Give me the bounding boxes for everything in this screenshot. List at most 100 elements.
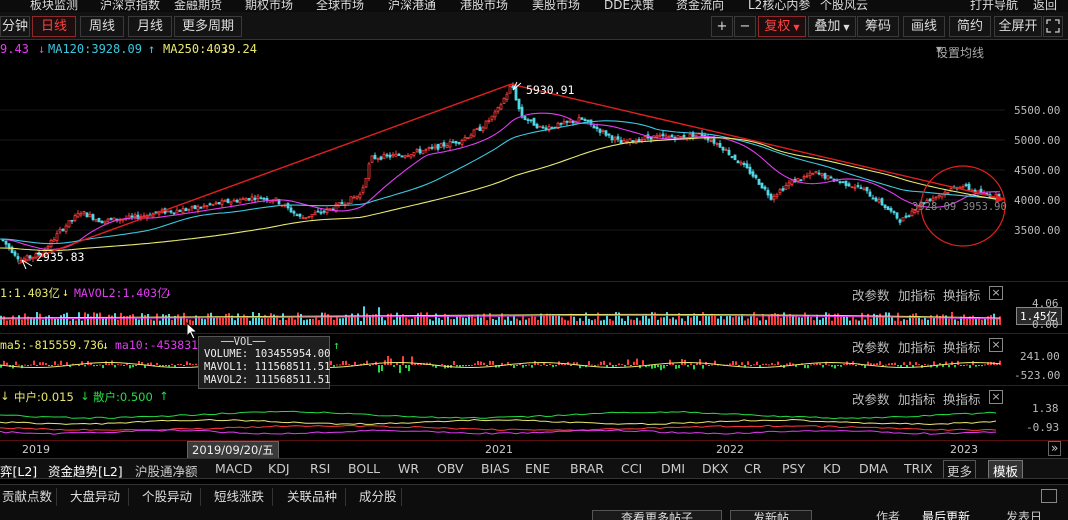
tab-week[interactable]: 周线 <box>80 16 124 37</box>
candle-body <box>406 155 410 157</box>
candle-body <box>811 172 815 175</box>
ma-bar <box>807 365 809 369</box>
volume-bar <box>258 312 260 325</box>
indicator-tab[interactable]: ENE <box>525 461 550 476</box>
menu-item[interactable]: DDE决策 <box>604 0 654 12</box>
arrow-down-icon: ↓ <box>165 285 172 299</box>
volume-bar <box>882 317 884 325</box>
menu-item[interactable]: 港股市场 <box>460 0 508 12</box>
kline-chart[interactable] <box>0 60 1068 440</box>
close-panel-button[interactable]: × <box>989 338 1003 352</box>
tab-minute[interactable]: 分钟 <box>0 16 30 37</box>
price-panel <box>0 81 1006 270</box>
change-param-button[interactable]: 改参数 <box>852 337 890 356</box>
indicator-tab[interactable]: OBV <box>437 461 464 476</box>
candle-body <box>178 210 182 212</box>
volume-bar <box>942 314 944 325</box>
volume-bar <box>561 317 563 325</box>
indicator-tab[interactable]: TRIX <box>904 461 933 476</box>
switch-indicator-button[interactable]: 换指标 <box>943 389 981 408</box>
indicator-tab[interactable]: KD <box>823 461 841 476</box>
zoom-out-button[interactable]: − <box>734 16 756 37</box>
volume-bar <box>903 319 905 325</box>
candle-body <box>367 163 371 179</box>
indicator-tab[interactable]: WR <box>398 461 419 476</box>
tab-components[interactable]: 成分股 <box>357 488 402 506</box>
candle-body <box>517 98 521 110</box>
volume-bar <box>63 313 65 325</box>
chips-button[interactable]: 筹码 <box>857 16 899 37</box>
tab-stock-move[interactable]: 个股异动 <box>140 488 201 506</box>
volume-bar <box>657 319 659 325</box>
expand-icon[interactable] <box>1043 16 1063 37</box>
indicator-tab[interactable]: DKX <box>702 461 728 476</box>
change-param-button[interactable]: 改参数 <box>852 285 890 304</box>
latest-column[interactable]: 最后更新 <box>922 508 970 520</box>
restore-window-icon[interactable] <box>1041 489 1057 503</box>
menu-item[interactable]: 打开导航 <box>970 0 1018 12</box>
retail-legend: 散户:0.500 <box>93 390 153 404</box>
ma-bar <box>942 365 944 367</box>
indicator-tab[interactable]: MACD <box>215 461 252 476</box>
menu-item[interactable]: L2核心内参 <box>748 0 810 12</box>
menu-item[interactable]: 美股市场 <box>532 0 580 12</box>
ma-settings-button[interactable]: 设置均线 ▾ <box>936 42 984 60</box>
tab-contribution[interactable]: 贡献点数 <box>0 488 57 506</box>
tab-market-move[interactable]: 大盘异动 <box>68 488 129 506</box>
close-panel-button[interactable]: × <box>989 286 1003 300</box>
tab-more-periods[interactable]: 更多周期 <box>174 16 242 37</box>
indicator-tab[interactable]: BRAR <box>570 461 604 476</box>
close-panel-button[interactable]: × <box>989 390 1003 404</box>
tab-day[interactable]: 日线 <box>32 16 76 37</box>
volume-bar <box>324 312 326 325</box>
menu-item[interactable]: 金融期货 <box>174 0 222 12</box>
menu-item[interactable]: 沪深京指数 <box>100 0 160 12</box>
tooltip-mavol2: MAVOL2: 111568511.51 <box>204 374 331 386</box>
indicator-tab[interactable]: RSI <box>310 461 330 476</box>
scroll-right-icon[interactable]: » <box>1048 441 1062 456</box>
ma-bar <box>561 363 563 365</box>
menu-item[interactable]: 返回 <box>1033 0 1057 12</box>
add-indicator-button[interactable]: 加指标 <box>898 389 936 408</box>
menu-item[interactable]: 期权市场 <box>245 0 293 12</box>
switch-indicator-button[interactable]: 换指标 <box>943 285 981 304</box>
change-param-button[interactable]: 改参数 <box>852 389 890 408</box>
indicator-tab[interactable]: PSY <box>782 461 805 476</box>
ma-bar <box>615 365 617 367</box>
draw-line-button[interactable]: 画线 <box>903 16 945 37</box>
indicator-tab[interactable]: DMA <box>859 461 888 476</box>
tab-month[interactable]: 月线 <box>128 16 172 37</box>
indicator-tab[interactable]: BIAS <box>481 461 510 476</box>
publish-column[interactable]: 发表日 <box>1006 508 1042 520</box>
menu-item[interactable]: 板块监测 <box>30 0 78 12</box>
new-post-button[interactable]: 发新帖 <box>730 510 812 520</box>
indicator-tab[interactable]: CR <box>744 461 761 476</box>
add-indicator-button[interactable]: 加指标 <box>898 285 936 304</box>
candle-body <box>394 153 398 157</box>
candle-body <box>352 196 356 199</box>
candle-body <box>481 127 485 132</box>
indicator-tab[interactable]: KDJ <box>268 461 290 476</box>
indicator-tab[interactable]: DMI <box>661 461 685 476</box>
menu-item[interactable]: 全球市场 <box>316 0 364 12</box>
menu-item[interactable]: 个股风云 <box>820 0 868 12</box>
add-indicator-button[interactable]: 加指标 <box>898 337 936 356</box>
tab-related[interactable]: 关联品种 <box>285 488 346 506</box>
volume-bar <box>306 319 308 325</box>
fullscreen-button[interactable]: 全屏开 <box>994 16 1042 37</box>
fuquan-dropdown[interactable]: 复权 ▼ <box>758 16 806 37</box>
switch-indicator-button[interactable]: 换指标 <box>943 337 981 356</box>
more-posts-button[interactable]: 查看更多帖子 <box>592 510 722 520</box>
menu-item[interactable]: 沪深港通 <box>388 0 436 12</box>
simple-mode-button[interactable]: 简约 <box>949 16 991 37</box>
cursor-date-label: 2019/09/20/五 <box>187 441 279 459</box>
zoom-in-button[interactable]: + <box>711 16 733 37</box>
menu-item[interactable]: 资金流向 <box>676 0 724 12</box>
overlay-dropdown[interactable]: 叠加 ▼ <box>808 16 856 37</box>
indicator-tab[interactable]: CCI <box>621 461 642 476</box>
ma-bar <box>486 365 488 366</box>
ma-bar <box>36 365 38 367</box>
indicator-tab[interactable]: BOLL <box>348 461 380 476</box>
ma250-line <box>0 137 1001 252</box>
tab-short-change[interactable]: 短线涨跌 <box>212 488 273 506</box>
